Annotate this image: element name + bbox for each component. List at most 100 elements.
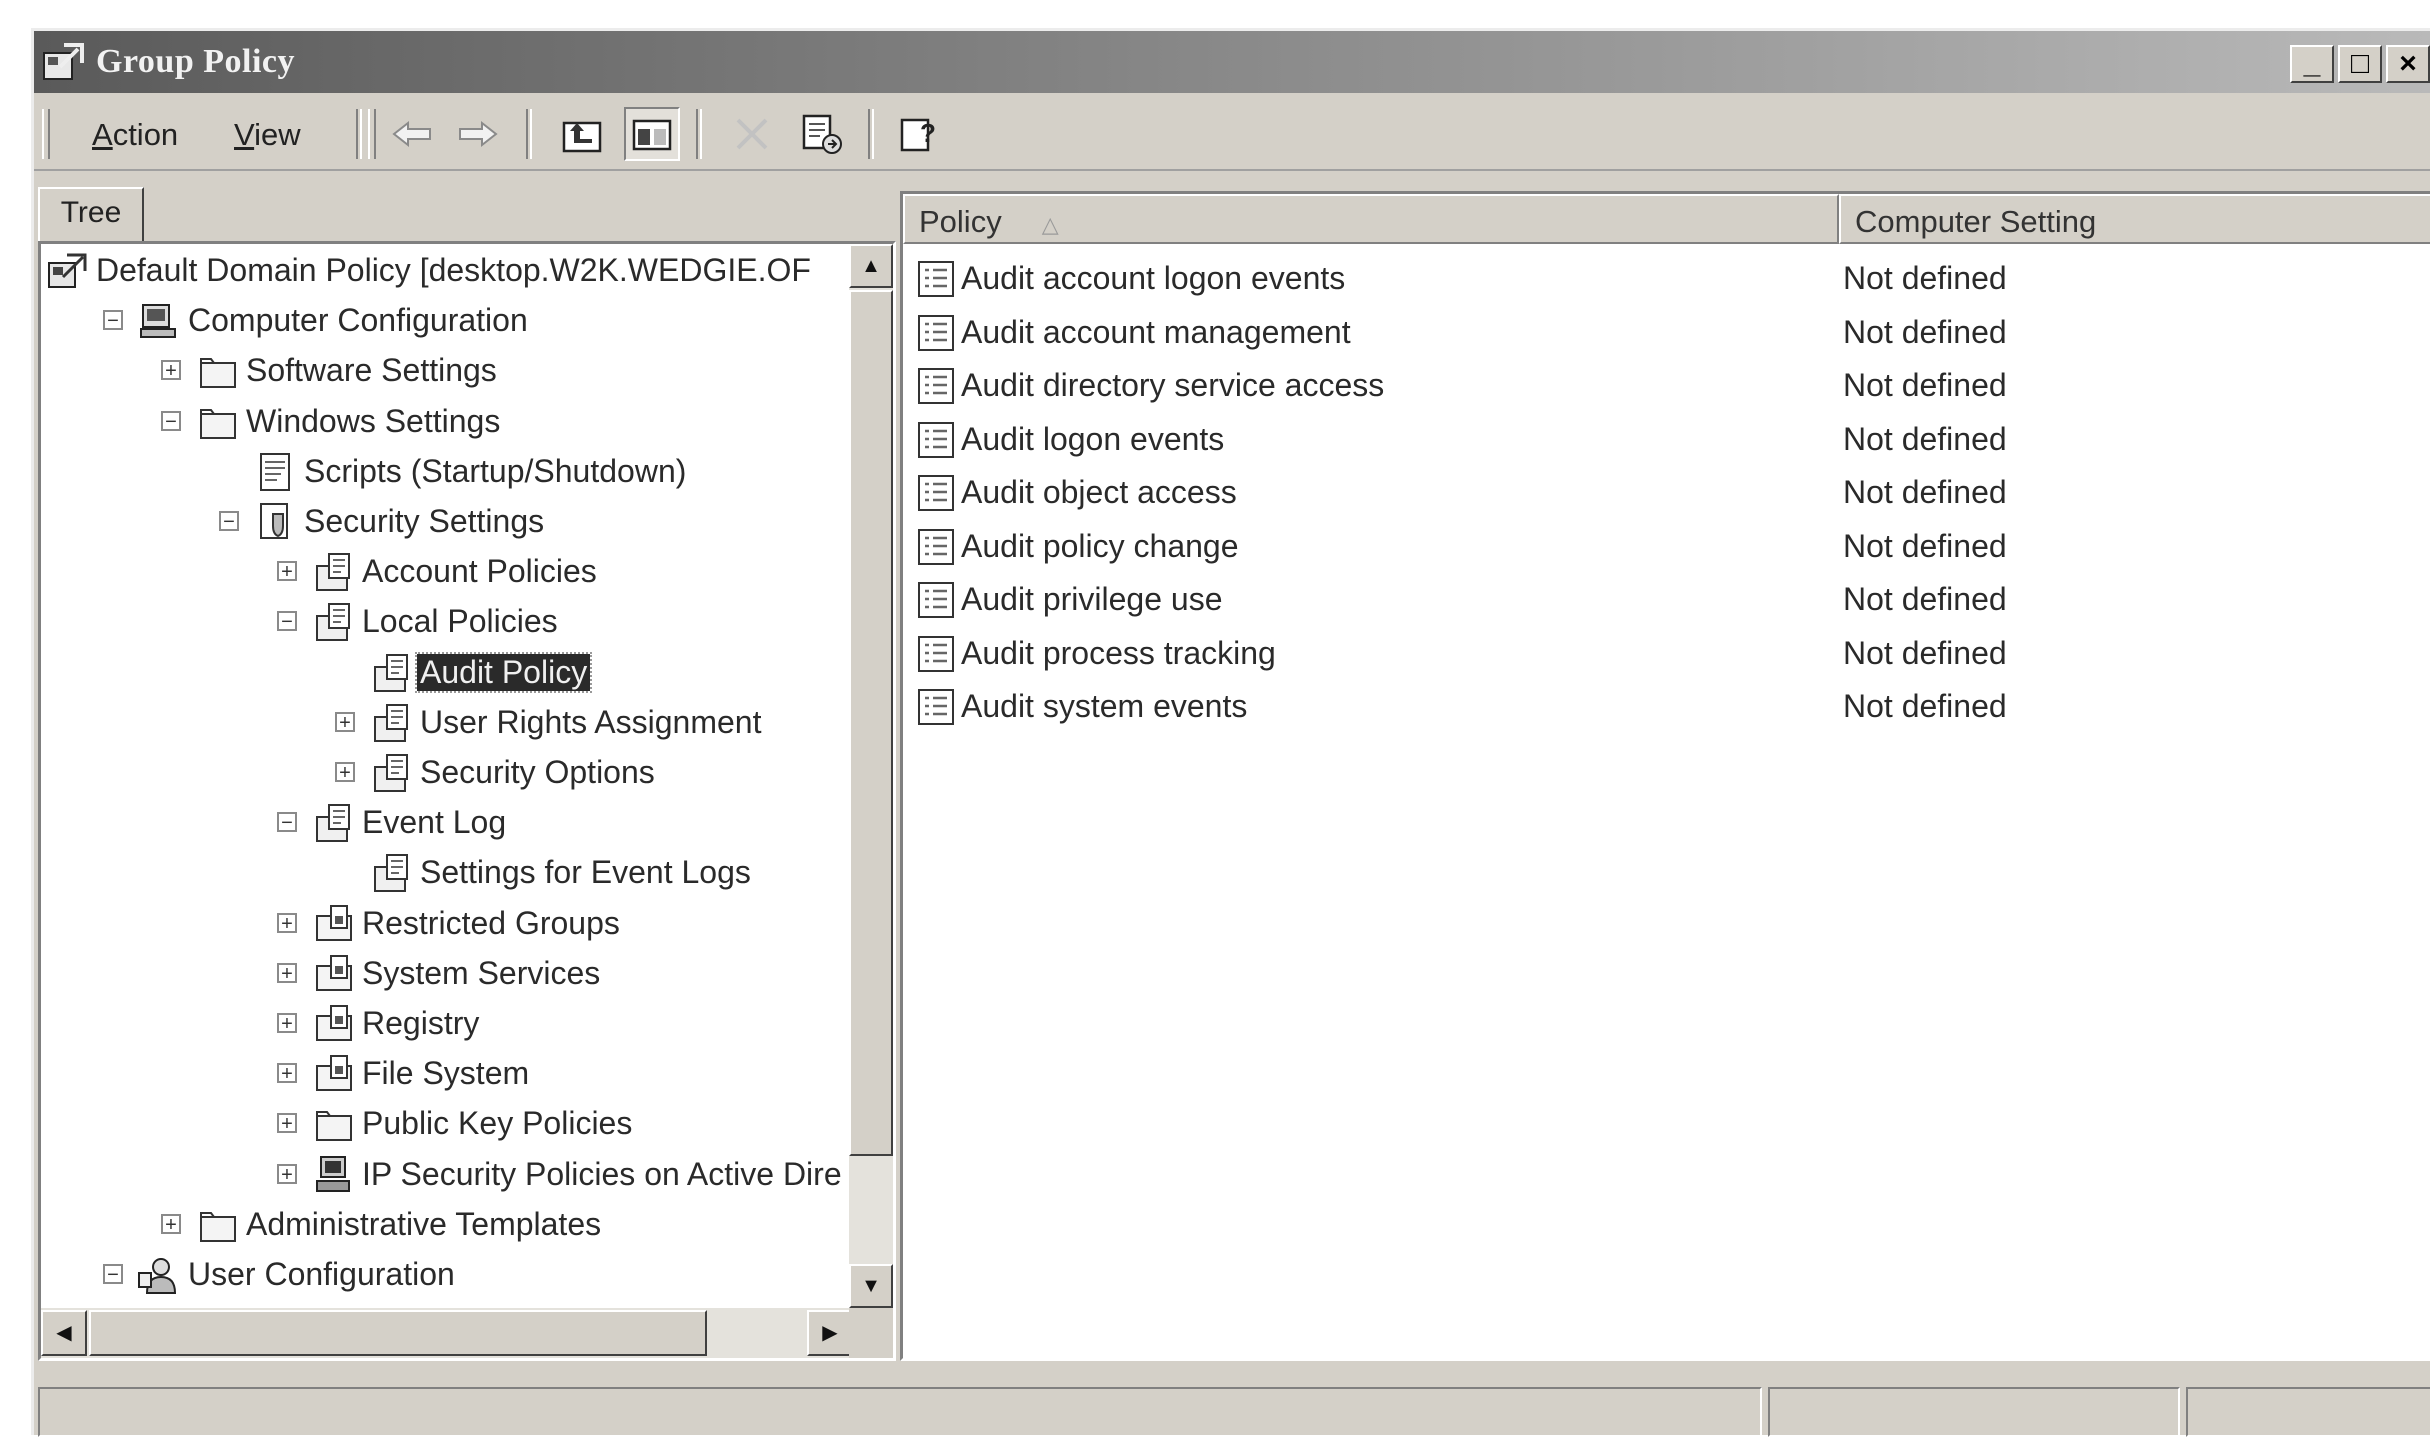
menu-action[interactable]: Action [92, 117, 178, 153]
collapse-icon[interactable]: − [103, 310, 123, 331]
expand-icon[interactable]: + [277, 1063, 297, 1084]
details-list[interactable]: Policy △ Computer Setting Audit account l… [900, 191, 2430, 1361]
column-header-policy[interactable]: Policy △ [903, 194, 1839, 244]
tree-node[interactable]: + Public Key Policies [41, 1099, 861, 1149]
collapse-icon[interactable]: − [277, 812, 297, 833]
menu-view-accel: V [234, 117, 255, 152]
tree-node-label: Default Domain Policy [desktop.W2K.WEDGI… [96, 252, 811, 288]
maximize-button[interactable]: □ [2338, 45, 2382, 83]
scroll-left-arrow-icon: ◀ [56, 1322, 72, 1344]
toolbar-separator [868, 109, 874, 159]
tree-node[interactable]: − User Configuration [41, 1250, 861, 1300]
policy-folder-icon [369, 751, 415, 795]
list-item[interactable]: Audit account logon events Not defined [903, 252, 2430, 304]
tree-node[interactable]: + Restricted Groups [41, 899, 861, 949]
tree-node[interactable]: − Security Settings [41, 497, 861, 547]
list-item[interactable]: Audit directory service access Not define… [903, 359, 2430, 411]
expand-icon[interactable]: + [277, 912, 297, 934]
close-button[interactable]: × [2386, 45, 2430, 83]
list-item[interactable]: Audit process tracking Not defined [903, 627, 2430, 679]
tree-node[interactable]: Scripts (Startup/Shutdown) [41, 447, 861, 497]
forward-button[interactable] [450, 107, 506, 161]
scroll-down-button[interactable]: ▼ [849, 1264, 893, 1308]
sort-ascending-icon: △ [1041, 212, 1059, 237]
collapse-icon[interactable]: − [277, 611, 297, 632]
help-icon: ? [900, 118, 936, 152]
up-one-level-button[interactable] [554, 107, 610, 161]
expand-icon[interactable]: + [277, 1113, 297, 1134]
tree-node-label: Windows Settings [246, 402, 501, 439]
tree-tab-strip: Tree [34, 183, 896, 245]
back-button[interactable] [384, 107, 440, 161]
policy-name: Audit directory service access [961, 367, 1385, 403]
list-item[interactable]: Audit object access Not defined [903, 466, 2430, 518]
tree-node[interactable]: + Account Policies [41, 547, 861, 597]
scroll-right-button[interactable]: ▶ [807, 1310, 853, 1356]
toolbar-separator [696, 109, 702, 159]
tab-tree[interactable]: Tree [38, 187, 144, 245]
tree-node[interactable]: + User Rights Assignment [41, 698, 861, 748]
export-list-icon [802, 114, 842, 154]
tree-node[interactable]: + Software Settings [41, 346, 861, 396]
expand-icon[interactable]: + [335, 762, 355, 783]
tree-node[interactable]: + IP Security Policies on Active Dire [41, 1150, 861, 1200]
tree-horizontal-scrollbar[interactable]: ◀ ▶ [41, 1308, 853, 1358]
policy-item-icon [915, 526, 959, 568]
horizontal-scroll-thumb[interactable] [89, 1310, 707, 1356]
toolbar-grip[interactable] [42, 109, 50, 159]
tree-vertical-scrollbar[interactable]: ▲ ▼ [849, 244, 893, 1310]
expand-icon[interactable]: + [161, 360, 181, 381]
vertical-scroll-thumb[interactable] [849, 290, 893, 1156]
tree-node[interactable]: − Computer Configuration [41, 296, 861, 346]
tree-node[interactable]: + Administrative Templates [41, 1200, 861, 1250]
collapse-icon[interactable]: − [161, 410, 181, 432]
scroll-left-button[interactable]: ◀ [41, 1310, 87, 1356]
collapse-icon[interactable]: − [103, 1264, 123, 1285]
tree-node[interactable]: Settings for Event Logs [41, 848, 861, 898]
scroll-right-arrow-icon: ▶ [822, 1322, 838, 1344]
expand-icon[interactable]: + [277, 561, 297, 582]
expand-icon[interactable]: + [161, 1213, 181, 1235]
list-item[interactable]: Audit policy change Not defined [903, 520, 2430, 572]
policy-name: Audit system events [961, 688, 1248, 724]
computer-setting-value: Not defined [1843, 260, 2007, 296]
policy-item-icon [915, 633, 959, 675]
tree-node[interactable]: + Security Options [41, 748, 861, 798]
collapse-icon[interactable]: − [219, 511, 239, 532]
expand-icon[interactable]: + [277, 1013, 297, 1034]
menu-view[interactable]: View [234, 117, 301, 153]
toolbar-grip[interactable] [368, 109, 376, 159]
expand-icon[interactable]: + [277, 1163, 297, 1185]
tree-node-label: Registry [362, 1005, 480, 1041]
export-list-button[interactable] [794, 107, 850, 161]
tree-node[interactable]: − Event Log [41, 798, 861, 848]
scroll-up-button[interactable]: ▲ [849, 244, 893, 288]
show-hide-tree-button[interactable] [624, 107, 680, 161]
list-item[interactable]: Audit account management Not defined [903, 306, 2430, 358]
tree-node[interactable]: − Windows Settings [41, 397, 861, 447]
tree-node[interactable]: − Local Policies [41, 597, 861, 647]
console-tree[interactable]: Default Domain Policy [desktop.W2K.WEDGI… [38, 241, 896, 1361]
tree-node-label: Software Settings [246, 352, 497, 389]
tree-node-label: IP Security Policies on Active Dire [362, 1155, 842, 1192]
title-bar[interactable]: Group Policy _ □ × [34, 31, 2430, 93]
tree-node[interactable]: Audit Policy [41, 648, 861, 698]
tree-node[interactable]: + File System [41, 1049, 861, 1099]
tree-node[interactable]: + System Services [41, 949, 861, 999]
minimize-button[interactable]: _ [2290, 45, 2334, 83]
tree-node[interactable]: Default Domain Policy [desktop.W2K.WEDGI… [41, 246, 861, 296]
tree-node-label: Computer Configuration [188, 302, 528, 339]
help-button[interactable]: ? [892, 107, 948, 161]
network-computer-icon [311, 1153, 357, 1197]
list-item[interactable]: Audit privilege use Not defined [903, 573, 2430, 625]
tree-node[interactable]: + Registry [41, 999, 861, 1049]
computer-setting-value: Not defined [1843, 420, 2007, 457]
policy-item-icon [915, 686, 959, 728]
computer-setting-value: Not defined [1843, 313, 2007, 350]
list-item[interactable]: Audit logon events Not defined [903, 413, 2430, 465]
column-header-computer-setting[interactable]: Computer Setting [1839, 194, 2430, 244]
delete-button[interactable] [724, 107, 780, 161]
list-item[interactable]: Audit system events Not defined [903, 680, 2430, 732]
expand-icon[interactable]: + [277, 962, 297, 984]
expand-icon[interactable]: + [335, 711, 355, 733]
